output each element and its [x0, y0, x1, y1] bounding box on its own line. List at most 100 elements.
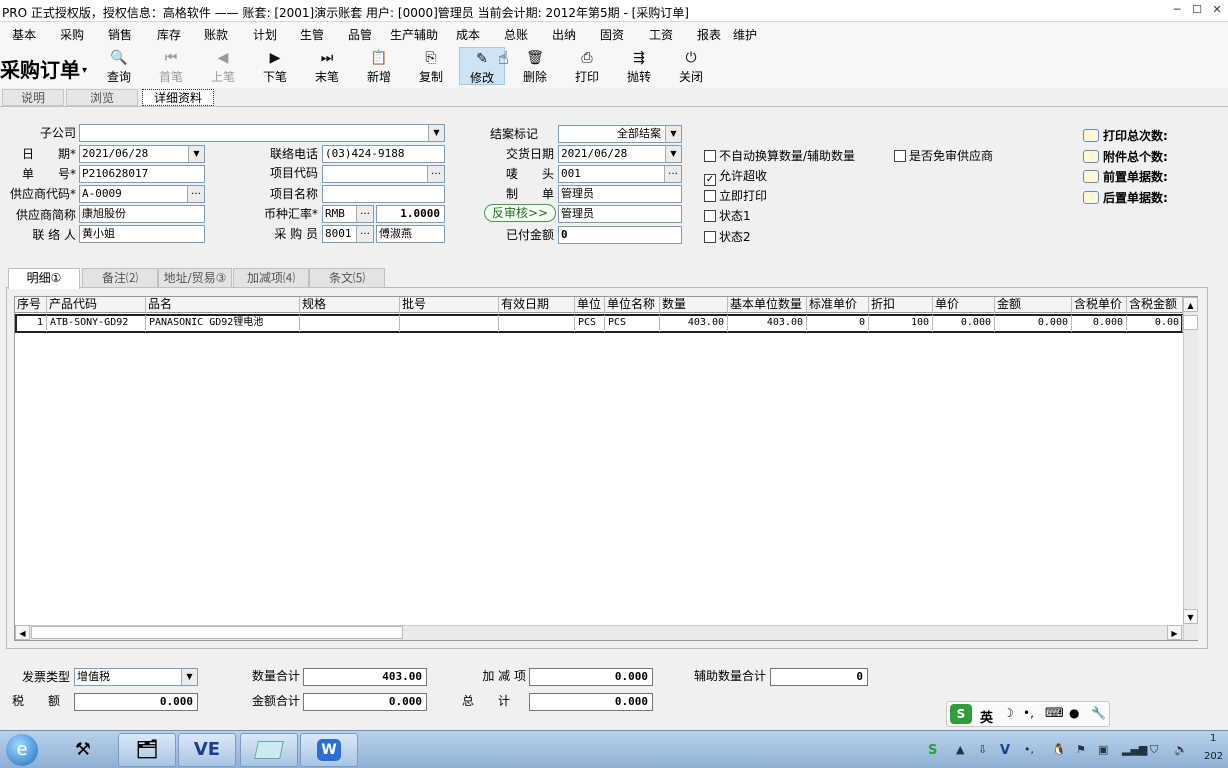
tools-icon[interactable]: ⚒	[66, 735, 100, 765]
table-cell[interactable]	[400, 315, 499, 332]
column-header[interactable]: 基本单位数量	[728, 297, 807, 313]
table-cell[interactable]: 0.000	[1072, 315, 1127, 332]
taskbar-app-wps[interactable]: W	[300, 733, 358, 767]
unaudit-button[interactable]: 反审核>>	[484, 204, 556, 222]
table-cell[interactable]: 1	[15, 315, 47, 332]
chevron-down-icon[interactable]: ▼	[428, 125, 444, 141]
scroll-down-icon[interactable]: ▼	[1183, 609, 1198, 624]
next-button[interactable]: ▶ 下笔	[252, 50, 298, 85]
table-cell[interactable]: PANASONIC GD92锂电池	[146, 315, 300, 332]
query-button[interactable]: 🔍 查询	[96, 50, 142, 85]
column-header[interactable]: 含税金额	[1127, 297, 1183, 313]
sogou-tray-icon[interactable]: S	[928, 743, 937, 758]
checkbox-no-auto-convert[interactable]: 不自动换算数量/辅助数量	[704, 147, 855, 164]
table-cell[interactable]: 0.000	[995, 315, 1072, 332]
menu-reports[interactable]: 报表	[697, 26, 721, 43]
column-header[interactable]: 含税单价	[1072, 297, 1127, 313]
sogou-logo[interactable]: S	[950, 704, 972, 724]
project-name-field[interactable]	[322, 185, 445, 203]
moon-icon[interactable]: ☽	[1003, 706, 1014, 720]
column-header[interactable]: 折扣	[869, 297, 933, 313]
menu-plan[interactable]: 计划	[253, 26, 277, 43]
ellipsis-icon[interactable]: …	[427, 166, 444, 182]
ellipsis-icon[interactable]: …	[664, 166, 681, 182]
clock-date[interactable]: 202	[1204, 751, 1223, 762]
print-button[interactable]: ⎙ 打印	[564, 50, 610, 85]
qq-icon[interactable]: 🐧	[1052, 743, 1066, 756]
rate-field[interactable]: 1.0000	[376, 205, 445, 223]
column-header[interactable]: 规格	[300, 297, 400, 313]
scroll-thumb[interactable]	[1183, 315, 1198, 330]
chevron-up-icon[interactable]: ▲	[956, 743, 964, 756]
subsidiary-field[interactable]	[79, 124, 445, 142]
start-button[interactable]: e	[6, 734, 38, 766]
menu-payroll[interactable]: 工资	[649, 26, 673, 43]
stat-attachment-count[interactable]: 附件总个数:	[1083, 148, 1168, 165]
checkbox-print-now[interactable]: 立即打印	[704, 187, 767, 204]
scroll-right-icon[interactable]: ▶	[1167, 625, 1182, 640]
speaker-icon[interactable]: 🔈	[1174, 743, 1188, 756]
scroll-up-icon[interactable]: ▲	[1183, 297, 1198, 312]
tab-description[interactable]: 说明	[2, 89, 64, 106]
scroll-left-icon[interactable]: ◀	[15, 625, 30, 640]
menu-accounts[interactable]: 账款	[204, 26, 228, 43]
date-field[interactable]: 2021/06/28	[79, 145, 205, 163]
table-cell[interactable]: PCS	[575, 315, 605, 332]
table-cell[interactable]: PCS	[605, 315, 660, 332]
copy-button[interactable]: ⎘ 复制	[408, 50, 454, 85]
tab-detail[interactable]: 明细①	[8, 268, 80, 289]
invoice-type-select[interactable]: 增值税	[74, 668, 198, 686]
tab-address[interactable]: 地址/贸易③	[158, 268, 232, 288]
delete-button[interactable]: 🗑 删除	[512, 50, 558, 85]
stat-successor-count[interactable]: 后置单据数:	[1083, 189, 1168, 206]
table-cell[interactable]: 403.00	[660, 315, 728, 332]
checkbox-allow-over-receipt[interactable]: ✓ 允许超收	[704, 167, 767, 186]
checkbox-status2[interactable]: 状态2	[704, 228, 751, 245]
download-icon[interactable]: ⇩	[978, 743, 987, 756]
tab-details[interactable]: 详细资料	[142, 89, 214, 106]
table-cell[interactable]: ATB-SONY-GD92	[47, 315, 146, 332]
ime-lang[interactable]: 英	[980, 707, 993, 726]
ellipsis-icon[interactable]: …	[187, 186, 204, 202]
column-header[interactable]: 品名	[146, 297, 300, 313]
column-header[interactable]: 产品代码	[47, 297, 146, 313]
table-cell[interactable]: 100	[869, 315, 933, 332]
wrench-icon[interactable]: 🔧	[1091, 706, 1106, 720]
column-header[interactable]: 序号	[15, 297, 47, 313]
column-header[interactable]: 有效日期	[499, 297, 575, 313]
first-button[interactable]: ⏮ 首笔	[148, 50, 194, 85]
tab-adjustments[interactable]: 加减项⑷	[233, 268, 309, 288]
column-header[interactable]: 金额	[995, 297, 1072, 313]
tab-remarks[interactable]: 备注⑵	[82, 268, 158, 288]
order-no-field[interactable]: P210628017	[79, 165, 205, 183]
maximize-button[interactable]: ☐	[1188, 2, 1206, 18]
taskbar-app-explorer[interactable]: 🗂	[118, 733, 176, 767]
chevron-down-icon[interactable]: ▼	[665, 146, 681, 162]
clock-time[interactable]: 1	[1210, 733, 1216, 744]
menu-inventory[interactable]: 库存	[157, 26, 181, 43]
column-header[interactable]: 单位名称	[605, 297, 660, 313]
column-header[interactable]: 批号	[400, 297, 499, 313]
user-icon[interactable]: ●	[1069, 706, 1079, 720]
scroll-thumb[interactable]	[31, 626, 403, 639]
vertical-scrollbar[interactable]	[1183, 297, 1198, 640]
menu-cost[interactable]: 成本	[456, 26, 480, 43]
v-tray-icon[interactable]: V	[1000, 743, 1010, 758]
close-flag-select[interactable]: 全部结案	[558, 125, 682, 143]
checkbox-free-audit[interactable]: 是否免审供应商	[894, 147, 993, 164]
menu-production-aux[interactable]: 生产辅助	[390, 26, 438, 43]
last-button[interactable]: ⏭ 末笔	[304, 50, 350, 85]
table-cell[interactable]: 403.00	[728, 315, 807, 332]
table-cell[interactable]: 0.000	[933, 315, 995, 332]
ellipsis-icon[interactable]: …	[356, 206, 373, 222]
column-header[interactable]: 单价	[933, 297, 995, 313]
tab-browse[interactable]: 浏览	[66, 89, 138, 106]
menu-cashier[interactable]: 出纳	[552, 26, 576, 43]
contact-field[interactable]: 黄小姐	[79, 225, 205, 243]
prev-button[interactable]: ◀ 上笔	[200, 50, 246, 85]
column-header[interactable]: 单位	[575, 297, 605, 313]
menu-assets[interactable]: 固资	[600, 26, 624, 43]
column-header[interactable]: 数量	[660, 297, 728, 313]
menu-purchase[interactable]: 采购	[60, 26, 84, 43]
punctuation-icon[interactable]: •,	[1023, 706, 1034, 720]
